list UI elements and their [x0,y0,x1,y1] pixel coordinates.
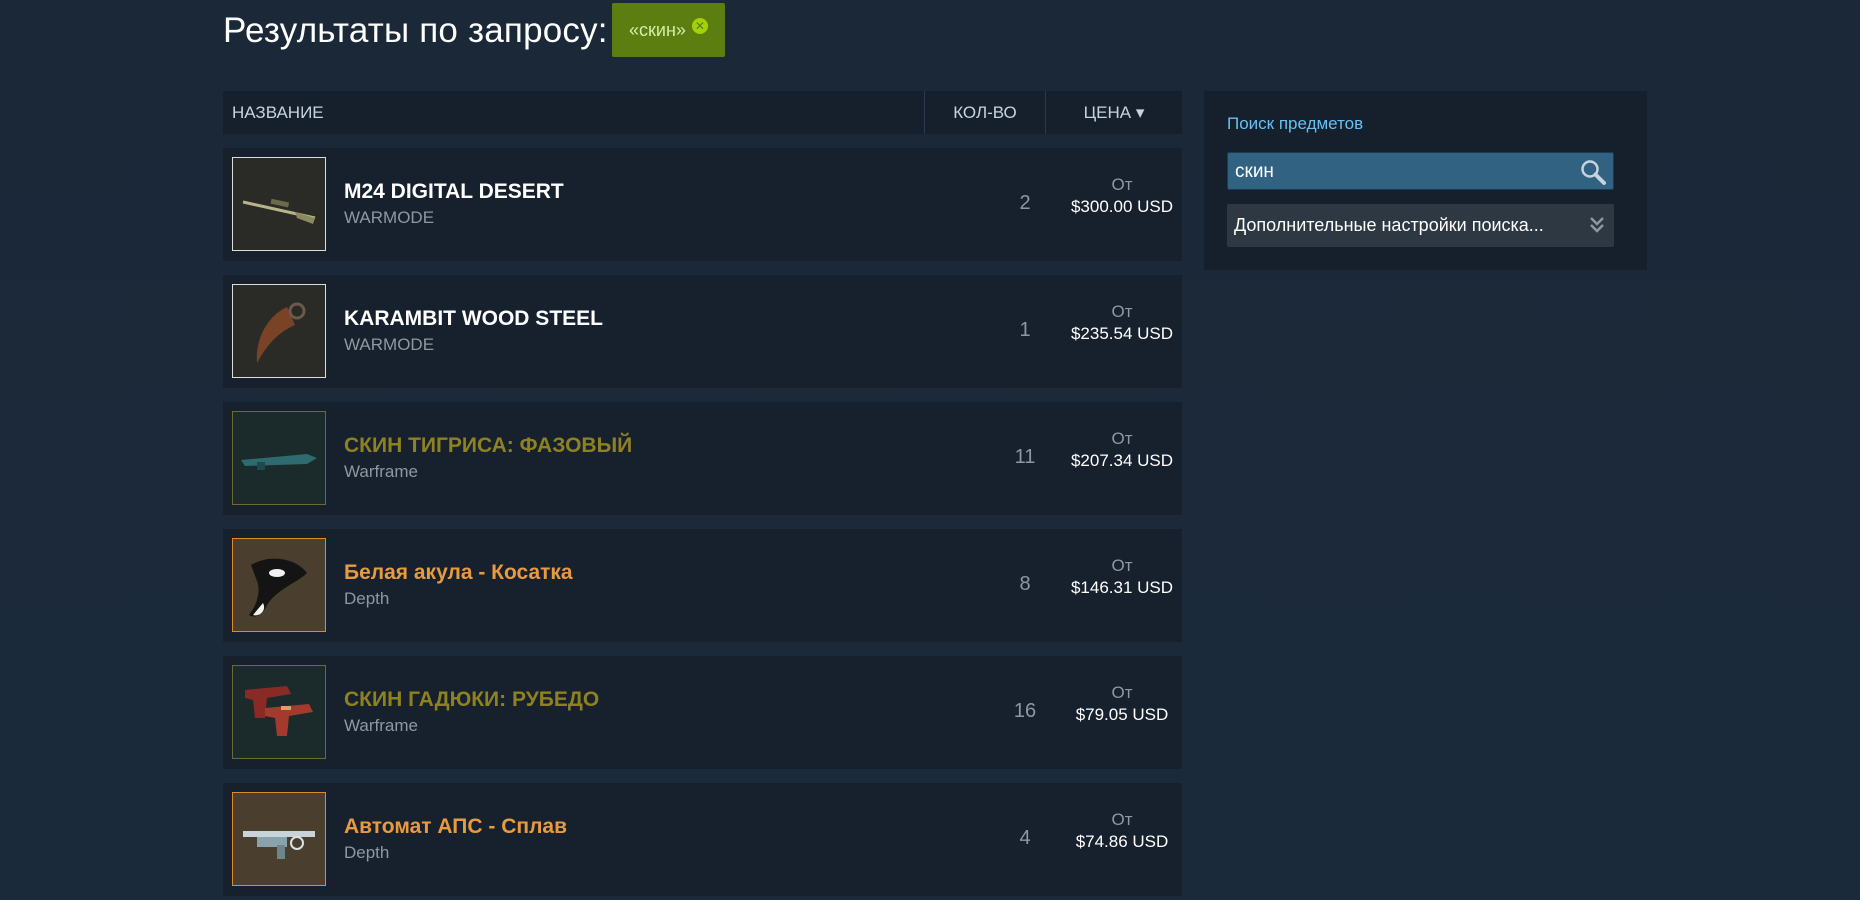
item-name[interactable]: M24 DIGITAL DESERT [344,180,564,204]
item-price: От $207.34 USD [1062,429,1182,471]
price-value: $79.05 USD [1075,705,1169,724]
search-icon[interactable] [1579,158,1607,191]
search-input[interactable] [1228,153,1577,191]
table-row[interactable]: Белая акула - Косатка Depth 8 От $146.31… [223,529,1182,642]
item-game: Warframe [344,462,418,481]
item-game: Depth [344,589,390,608]
results-header: Результаты по запросу: [223,0,608,62]
price-value: $146.31 USD [1070,578,1174,597]
price-value: $74.86 USD [1075,832,1169,851]
item-price: От $146.31 USD [1062,556,1182,598]
search-tag-label: «скин» [629,19,686,40]
table-row[interactable]: M24 DIGITAL DESERT WARMODE 2 От $300.00 … [223,148,1182,261]
search-tag[interactable]: «скин» ✕ [612,3,725,57]
page-title: Результаты по запросу: [223,11,608,50]
search-panel-title: Поиск предметов [1227,114,1364,133]
table-row[interactable]: СКИН ГАДЮКИ: РУБЕДО Warframe 16 От $79.0… [223,656,1182,769]
table-row[interactable]: Автомат АПС - Сплав Depth 4 От $74.86 US… [223,783,1182,896]
price-from-label: От [1111,810,1133,829]
search-panel: Поиск предметов Дополнительные настройки… [1204,91,1647,270]
item-price: От $79.05 USD [1062,683,1182,725]
item-name[interactable]: Белая акула - Косатка [344,561,573,585]
pistols-thumbnail [232,665,326,759]
price-value: $300.00 USD [1070,197,1174,216]
item-name[interactable]: Автомат АПС - Сплав [344,815,567,839]
item-name[interactable]: СКИН ГАДЮКИ: РУБЕДО [344,688,599,712]
orca-thumbnail [232,538,326,632]
item-name[interactable]: KARAMBIT WOOD STEEL [344,307,603,331]
speargun-thumbnail [232,792,326,886]
column-price[interactable]: ЦЕНА ▾ [1045,91,1182,134]
price-from-label: От [1111,302,1133,321]
price-value: $235.54 USD [1070,324,1174,343]
column-quantity[interactable]: КОЛ-ВО [924,91,1045,134]
price-value: $207.34 USD [1070,451,1174,470]
price-from-label: От [1111,556,1133,575]
karambit-thumbnail [232,284,326,378]
shotgun-thumbnail [232,411,326,505]
item-game: WARMODE [344,335,435,354]
rifle-thumbnail [232,157,326,251]
item-game: Depth [344,843,390,862]
chevron-down-icon [1588,215,1606,240]
item-name[interactable]: СКИН ТИГРИСА: ФАЗОВЫЙ [344,434,632,458]
advanced-search-label: Дополнительные настройки поиска... [1234,215,1544,235]
table-row[interactable]: СКИН ТИГРИСА: ФАЗОВЫЙ Warframe 11 От $20… [223,402,1182,515]
advanced-search-toggle[interactable]: Дополнительные настройки поиска... [1227,204,1614,247]
item-price: От $300.00 USD [1062,175,1182,217]
close-icon[interactable]: ✕ [691,18,708,34]
column-name[interactable]: НАЗВАНИЕ [223,103,924,123]
item-game: Warframe [344,716,418,735]
results-table: НАЗВАНИЕ КОЛ-ВО ЦЕНА ▾ M24 DIGITAL DESER… [223,91,1182,896]
price-from-label: От [1111,683,1133,702]
price-from-label: От [1111,429,1133,448]
item-price: От $235.54 USD [1062,302,1182,344]
table-row[interactable]: KARAMBIT WOOD STEEL WARMODE 1 От $235.54… [223,275,1182,388]
price-from-label: От [1111,175,1133,194]
item-game: WARMODE [344,208,435,227]
item-price: От $74.86 USD [1062,810,1182,852]
table-header: НАЗВАНИЕ КОЛ-ВО ЦЕНА ▾ [223,91,1182,134]
search-box [1227,152,1614,191]
